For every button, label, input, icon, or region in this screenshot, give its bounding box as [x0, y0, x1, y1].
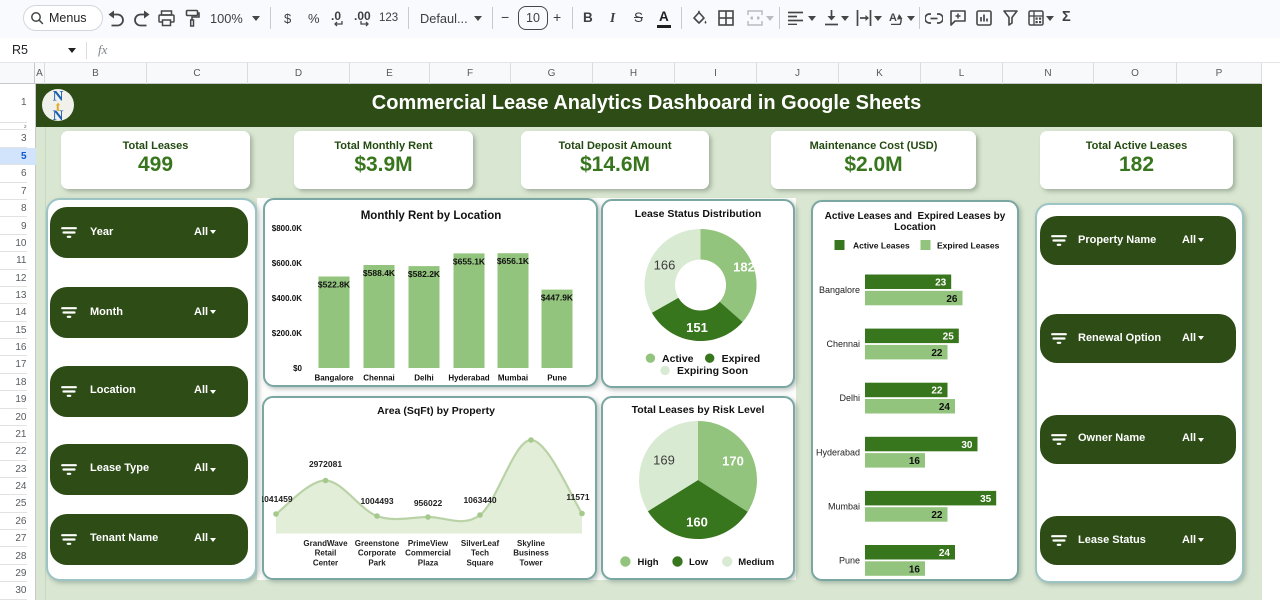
svg-text:$582.2K: $582.2K: [408, 269, 441, 279]
svg-text:Greenstone: Greenstone: [355, 539, 400, 548]
svg-text:24: 24: [939, 548, 951, 559]
svg-text:Square: Square: [466, 558, 494, 567]
svg-text:Active Leases and Expired Lea: Active Leases and Expired Leases by: [825, 211, 1006, 222]
svg-text:PrimeView: PrimeView: [408, 539, 449, 548]
svg-text:Chennai: Chennai: [826, 339, 860, 349]
svg-text:22: 22: [931, 386, 943, 397]
svg-text:$400.0K: $400.0K: [272, 294, 302, 303]
svg-text:Pune: Pune: [839, 556, 860, 566]
svg-text:Delhi: Delhi: [414, 374, 434, 383]
svg-text:Active: Active: [662, 353, 694, 365]
svg-text:23: 23: [935, 278, 947, 289]
svg-text:30: 30: [961, 440, 973, 451]
svg-text:Center: Center: [313, 558, 338, 567]
svg-text:Skyline: Skyline: [517, 539, 546, 548]
svg-text:Business: Business: [513, 549, 549, 558]
svg-text:Expired Leases: Expired Leases: [937, 241, 1000, 251]
svg-text:Bangalore: Bangalore: [314, 374, 354, 383]
svg-text:$656.1K: $656.1K: [497, 256, 530, 266]
svg-text:$655.1K: $655.1K: [453, 256, 486, 266]
svg-text:Retail: Retail: [315, 549, 337, 558]
svg-text:$447.9K: $447.9K: [541, 293, 574, 303]
svg-text:16: 16: [909, 456, 921, 467]
svg-text:956022: 956022: [414, 498, 443, 508]
svg-text:$0: $0: [293, 364, 302, 373]
svg-text:160: 160: [686, 515, 708, 530]
svg-text:Corporate: Corporate: [358, 549, 397, 558]
svg-text:Expired: Expired: [722, 353, 761, 365]
svg-text:11571: 11571: [566, 492, 589, 502]
svg-text:Plaza: Plaza: [418, 558, 439, 567]
svg-text:Medium: Medium: [738, 557, 774, 568]
svg-text:$800.0K: $800.0K: [272, 224, 302, 233]
svg-text:1041459: 1041459: [262, 494, 293, 504]
svg-text:GrandWave: GrandWave: [303, 539, 348, 548]
svg-text:Commercial: Commercial: [405, 549, 451, 558]
svg-text:Chennai: Chennai: [363, 374, 395, 383]
svg-text:A: A: [889, 12, 897, 24]
svg-text:170: 170: [722, 454, 744, 469]
svg-text:Hyderabad: Hyderabad: [448, 374, 489, 383]
svg-text:Delhi: Delhi: [839, 393, 860, 403]
svg-text:Hyderabad: Hyderabad: [816, 447, 860, 457]
svg-text:$200.0K: $200.0K: [272, 329, 302, 338]
svg-text:Pune: Pune: [547, 374, 567, 383]
svg-text:25: 25: [943, 332, 955, 343]
svg-text:High: High: [638, 557, 659, 568]
svg-text:Total Leases by Risk Level: Total Leases by Risk Level: [632, 404, 765, 416]
svg-text:1063440: 1063440: [463, 495, 496, 505]
svg-text:Expiring Soon: Expiring Soon: [677, 365, 748, 377]
svg-text:182: 182: [733, 260, 755, 275]
svg-text:22: 22: [931, 348, 943, 359]
svg-text:Park: Park: [368, 558, 386, 567]
svg-text:151: 151: [686, 320, 708, 335]
svg-text:Monthly Rent by Location: Monthly Rent by Location: [361, 210, 502, 222]
svg-text:$588.4K: $588.4K: [363, 268, 396, 278]
svg-text:Lease Status Distribution: Lease Status Distribution: [635, 208, 762, 220]
svg-text:Tower: Tower: [520, 558, 543, 567]
svg-text:Active Leases: Active Leases: [853, 241, 910, 251]
svg-text:SilverLeaf: SilverLeaf: [461, 539, 500, 548]
svg-text:Bangalore: Bangalore: [819, 285, 860, 295]
svg-text:1004493: 1004493: [360, 496, 393, 506]
svg-text:Area (SqFt) by Property: Area (SqFt) by Property: [377, 405, 495, 417]
svg-text:24: 24: [939, 402, 951, 413]
svg-text:26: 26: [946, 294, 958, 305]
svg-text:Mumbai: Mumbai: [498, 374, 528, 383]
svg-text:169: 169: [653, 453, 675, 468]
svg-text:22: 22: [931, 510, 943, 521]
svg-text:$600.0K: $600.0K: [272, 259, 302, 268]
svg-text:N: N: [53, 108, 64, 122]
svg-text:Tech: Tech: [471, 549, 489, 558]
svg-text:35: 35: [980, 494, 992, 505]
svg-text:166: 166: [654, 258, 676, 273]
svg-text:16: 16: [909, 564, 921, 575]
svg-text:2972081: 2972081: [309, 459, 342, 469]
svg-text:Mumbai: Mumbai: [828, 501, 860, 511]
svg-text:Low: Low: [689, 557, 709, 568]
svg-text:$522.8K: $522.8K: [318, 280, 351, 290]
svg-text:Location: Location: [894, 222, 936, 233]
